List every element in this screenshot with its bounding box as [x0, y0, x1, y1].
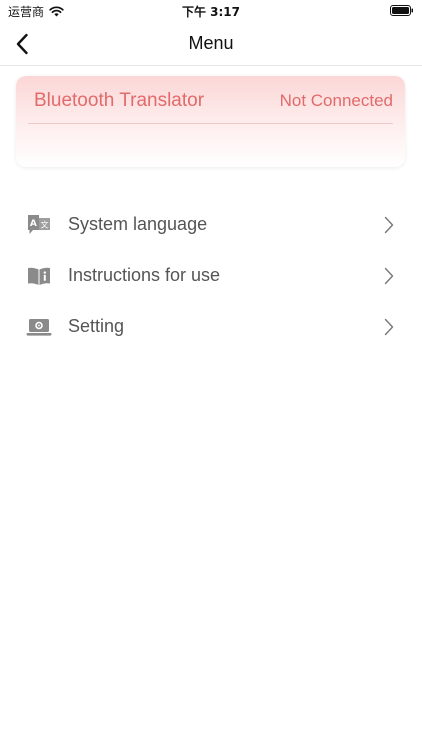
menu-item-system-language[interactable]: A 文 System language [0, 200, 422, 251]
chevron-right-icon [384, 267, 394, 285]
menu-item-setting[interactable]: Setting [0, 302, 422, 353]
laptop-settings-icon [26, 315, 52, 339]
menu-item-instructions[interactable]: Instructions for use [0, 251, 422, 302]
battery-icon [390, 5, 414, 16]
card-divider [28, 123, 393, 124]
svg-text:A: A [30, 219, 37, 229]
menu-item-label: Setting [68, 316, 125, 336]
connection-status: Not Connected [279, 91, 393, 110]
svg-text:文: 文 [41, 220, 49, 230]
device-name: Bluetooth Translator [34, 90, 205, 111]
status-time: 下午 3:17 [181, 5, 241, 19]
menu-item-label: Instructions for use [68, 265, 221, 285]
menu-list: A 文 System language Instructions for use [0, 200, 422, 353]
navigation-bar: Menu [0, 22, 422, 66]
device-card[interactable]: Bluetooth Translator Not Connected [16, 76, 405, 167]
page-title: Menu [188, 33, 234, 53]
book-info-icon [26, 264, 52, 288]
chevron-right-icon [384, 216, 394, 234]
chevron-right-icon [384, 318, 394, 336]
menu-item-label: System language [68, 214, 208, 234]
translate-icon: A 文 [26, 213, 52, 237]
status-bar: 运营商 下午 3:17 [0, 0, 422, 22]
